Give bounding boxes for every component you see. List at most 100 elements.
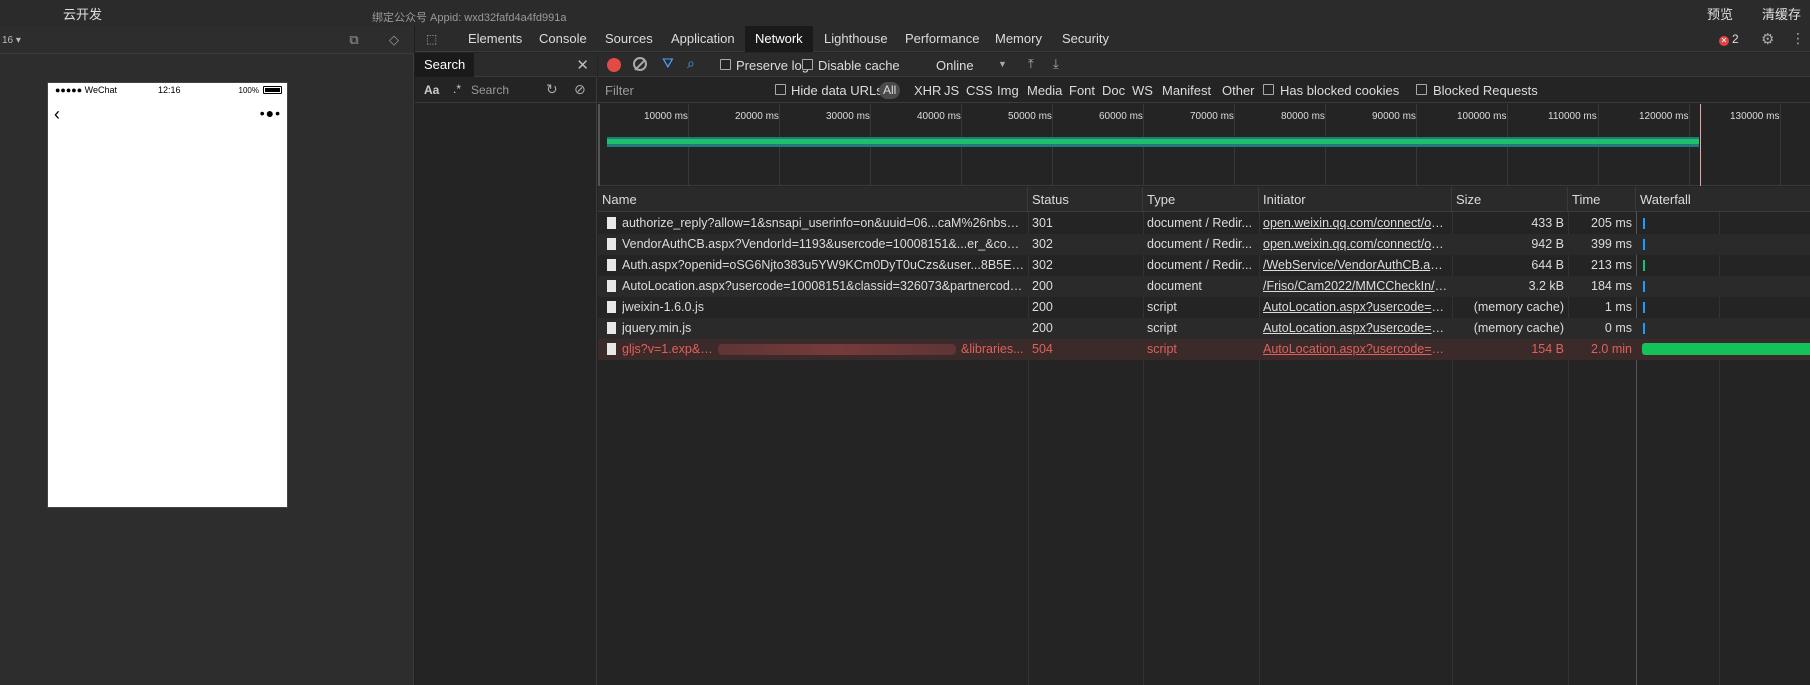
request-initiator[interactable]: AutoLocation.aspx?usercode=10... <box>1263 297 1448 318</box>
filter-css[interactable]: CSS <box>966 83 993 98</box>
request-initiator[interactable]: /WebService/VendorAuthCB.aspx... <box>1263 255 1448 276</box>
column-header-time[interactable]: Time <box>1568 187 1636 212</box>
request-name[interactable]: authorize_reply?allow=1&snsapi_userinfo=… <box>622 213 1024 234</box>
script-icon <box>607 343 616 355</box>
export-har-icon[interactable]: ⤓ <box>1053 56 1059 72</box>
preview-button[interactable]: 预览 <box>1707 4 1733 23</box>
document-icon <box>607 259 616 271</box>
rotate-icon[interactable]: ◇ <box>387 33 401 47</box>
error-count: 2 <box>1732 32 1739 46</box>
column-header-waterfall[interactable]: Waterfall <box>1636 187 1810 212</box>
timeline-overview[interactable]: 10000 ms 20000 ms 30000 ms 40000 ms 5000… <box>598 104 1810 186</box>
filter-funnel-icon[interactable]: ⛛ <box>662 55 674 72</box>
close-icon[interactable]: ✕ <box>576 56 589 74</box>
table-row[interactable]: gljs?v=1.exp&key= &libraries... 504 scri… <box>598 339 1810 360</box>
filter-input[interactable] <box>601 81 763 100</box>
request-name[interactable]: jweixin-1.6.0.js <box>622 297 1024 318</box>
search-icon[interactable]: ⌕ <box>687 55 695 72</box>
phone-screen[interactable]: ●●●●● WeChat 12:16 100% ‹ •●• <box>47 82 288 508</box>
tab-performance[interactable]: Performance <box>899 26 985 52</box>
request-size: 3.2 kB <box>1528 279 1564 293</box>
timeline-tick: 30000 ms <box>826 111 870 122</box>
request-name[interactable]: VendorAuthCB.aspx?VendorId=1193&usercode… <box>622 234 1024 255</box>
column-header-name[interactable]: Name <box>598 187 1028 212</box>
record-button[interactable] <box>607 58 621 72</box>
throttling-select[interactable]: Online <box>936 58 974 73</box>
timeline-tick: 70000 ms <box>1190 111 1234 122</box>
request-name[interactable]: jquery.min.js <box>622 318 1024 339</box>
timeline-tick: 60000 ms <box>1099 111 1143 122</box>
tab-elements[interactable]: Elements <box>462 26 528 52</box>
error-counter[interactable]: ✕ 2 <box>1719 32 1739 46</box>
table-row[interactable]: AutoLocation.aspx?usercode=10008151&clas… <box>598 276 1810 297</box>
request-initiator[interactable]: AutoLocation.aspx?usercode=10... <box>1263 339 1448 360</box>
tab-network[interactable]: Network <box>745 26 813 52</box>
request-name[interactable]: gljs?v=1.exp&key= <box>622 339 718 360</box>
filter-media[interactable]: Media <box>1027 83 1062 98</box>
table-row[interactable]: Auth.aspx?openid=oSG6Njto383u5YW9KCm0DyT… <box>598 255 1810 276</box>
search-drawer-header: Search ✕ <box>415 53 597 77</box>
filter-js[interactable]: JS <box>944 83 959 98</box>
network-filter-bar: Hide data URLs All XHR JS CSS Img Media … <box>598 78 1810 103</box>
column-header-initiator[interactable]: Initiator <box>1259 187 1452 212</box>
app-title: 云开发 <box>63 7 103 22</box>
request-name-suffix[interactable]: &libraries... <box>961 339 1025 360</box>
filter-all[interactable]: All <box>879 82 901 99</box>
disable-cache-checkbox[interactable] <box>802 59 813 70</box>
request-initiator[interactable]: open.weixin.qq.com/connect/oa... <box>1263 234 1448 255</box>
tab-sources[interactable]: Sources <box>599 26 659 52</box>
table-row[interactable]: VendorAuthCB.aspx?VendorId=1193&usercode… <box>598 234 1810 255</box>
tab-console[interactable]: Console <box>533 26 593 52</box>
request-name[interactable]: AutoLocation.aspx?usercode=10008151&clas… <box>622 276 1024 297</box>
request-initiator[interactable]: open.weixin.qq.com/connect/oa... <box>1263 213 1448 234</box>
clear-cache-button[interactable]: 清缓存 <box>1762 4 1801 23</box>
tab-memory[interactable]: Memory <box>989 26 1048 52</box>
filter-other[interactable]: Other <box>1222 83 1255 98</box>
blocked-cookies-checkbox[interactable] <box>1263 84 1274 95</box>
column-header-type[interactable]: Type <box>1143 187 1259 212</box>
search-drawer-title[interactable]: Search <box>415 53 475 77</box>
request-size: 154 B <box>1531 342 1564 356</box>
tab-application[interactable]: Application <box>665 26 741 52</box>
more-menu-icon[interactable]: •●• <box>260 106 281 120</box>
request-size: 644 B <box>1531 258 1564 272</box>
zoom-select[interactable]: 16 ▾ <box>2 35 21 46</box>
request-initiator[interactable]: AutoLocation.aspx?usercode=10... <box>1263 318 1448 339</box>
filter-ws[interactable]: WS <box>1132 83 1153 98</box>
blocked-requests-checkbox[interactable] <box>1416 84 1427 95</box>
back-chevron-icon[interactable]: ‹ <box>54 105 60 123</box>
search-input[interactable] <box>467 81 547 99</box>
inspect-element-icon[interactable]: ⬚ <box>426 32 440 46</box>
import-har-icon[interactable]: ⤒ <box>1028 56 1034 72</box>
request-initiator[interactable]: /Friso/Cam2022/MMCCheckIn/A... <box>1263 276 1448 297</box>
network-toolbar: ⛛ ⌕ Preserve log Disable cache Online ▼ … <box>598 53 1810 77</box>
clear-log-icon[interactable] <box>633 57 647 71</box>
column-header-size[interactable]: Size <box>1452 187 1568 212</box>
timeline-tick: 50000 ms <box>1008 111 1052 122</box>
request-name[interactable]: Auth.aspx?openid=oSG6Njto383u5YW9KCm0DyT… <box>622 255 1024 276</box>
filter-doc[interactable]: Doc <box>1102 83 1125 98</box>
clear-icon[interactable]: ⊘ <box>574 81 586 98</box>
chevron-down-icon[interactable]: ▼ <box>998 59 1007 69</box>
gear-icon[interactable]: ⚙ <box>1761 30 1774 48</box>
filter-font[interactable]: Font <box>1069 83 1095 98</box>
kebab-menu-icon[interactable]: ⋮ <box>1791 30 1805 47</box>
filter-manifest[interactable]: Manifest <box>1162 83 1211 98</box>
appid-label: 绑定公众号 Appid: wxd32fafd4a4fd991a <box>372 12 567 24</box>
preserve-log-checkbox[interactable] <box>720 59 731 70</box>
hide-data-urls-checkbox[interactable] <box>775 84 786 95</box>
tab-lighthouse[interactable]: Lighthouse <box>818 26 894 52</box>
table-row[interactable]: authorize_reply?allow=1&snsapi_userinfo=… <box>598 213 1810 234</box>
filter-xhr[interactable]: XHR <box>914 83 941 98</box>
table-row[interactable]: jquery.min.js 200 script AutoLocation.as… <box>598 318 1810 339</box>
waterfall-bar <box>1643 323 1645 334</box>
regex-toggle[interactable]: .* <box>453 82 461 96</box>
refresh-icon[interactable]: ↻ <box>546 81 558 98</box>
tab-security[interactable]: Security <box>1056 26 1115 52</box>
filter-img[interactable]: Img <box>997 83 1019 98</box>
blocked-requests-label: Blocked Requests <box>1433 83 1538 98</box>
column-header-status[interactable]: Status <box>1028 187 1143 212</box>
match-case-toggle[interactable]: Aa <box>424 83 439 97</box>
table-row[interactable]: jweixin-1.6.0.js 200 script AutoLocation… <box>598 297 1810 318</box>
popout-icon[interactable]: ⧉ <box>347 33 361 47</box>
